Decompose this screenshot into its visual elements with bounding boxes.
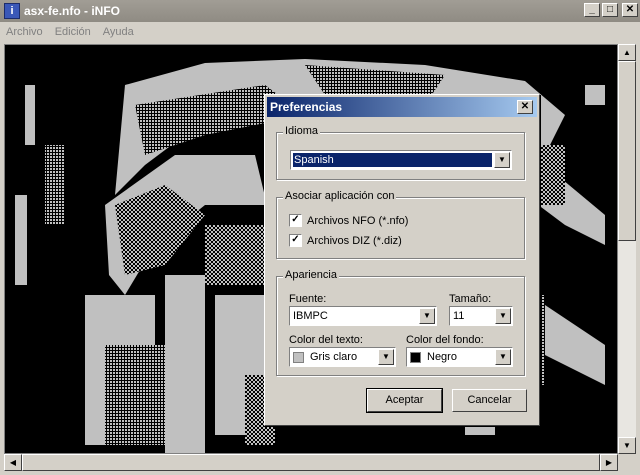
checkbox-icon[interactable]: ✓	[289, 234, 302, 247]
close-button[interactable]: ✕	[622, 3, 638, 17]
size-select[interactable]: 11 ▼	[449, 306, 513, 326]
size-label: Tamaño:	[449, 293, 492, 305]
language-select[interactable]: Spanish ▼	[290, 150, 512, 170]
resize-grip[interactable]	[618, 454, 636, 471]
menu-bar: Archivo Edición Ayuda	[0, 22, 640, 42]
scroll-up-button[interactable]: ▲	[618, 44, 636, 61]
accept-button[interactable]: Aceptar	[366, 388, 443, 413]
background-color-select[interactable]: Negro ▼	[406, 347, 513, 367]
background-color-swatch	[410, 351, 421, 363]
font-select[interactable]: IBMPC ▼	[289, 306, 437, 326]
window-title: asx-fe.nfo - iNFO	[24, 4, 121, 18]
minimize-button[interactable]: _	[584, 3, 600, 17]
appearance-group: Apariencia Fuente: IBMPC ▼ Tamaño: 11 ▼ …	[276, 269, 525, 376]
menu-edicion[interactable]: Edición	[49, 26, 97, 38]
horizontal-scroll-thumb[interactable]	[22, 454, 600, 471]
scroll-left-button[interactable]: ◀	[4, 454, 22, 471]
font-value: IBMPC	[293, 310, 328, 322]
background-color-value: Negro	[427, 351, 457, 363]
chevron-down-icon[interactable]: ▼	[495, 308, 511, 324]
background-color-label: Color del fondo:	[406, 334, 484, 346]
chevron-down-icon[interactable]: ▼	[419, 308, 435, 324]
language-value: Spanish	[293, 153, 492, 167]
text-color-label: Color del texto:	[289, 334, 363, 346]
nfo-association-checkbox[interactable]: ✓ Archivos NFO (*.nfo)	[289, 214, 408, 227]
scroll-right-button[interactable]: ▶	[600, 454, 618, 471]
background-color-value-wrap: Negro	[410, 351, 457, 363]
menu-ayuda[interactable]: Ayuda	[97, 26, 140, 38]
chevron-down-icon[interactable]: ▼	[494, 152, 510, 168]
idioma-group-label: Idioma	[283, 125, 321, 137]
text-color-value-wrap: Gris claro	[293, 351, 357, 363]
scroll-down-button[interactable]: ▼	[618, 437, 636, 454]
cancel-button[interactable]: Cancelar	[452, 389, 527, 412]
checkbox-icon[interactable]: ✓	[289, 214, 302, 227]
idioma-group: Idioma Spanish ▼	[276, 125, 525, 180]
vertical-scroll-thumb[interactable]	[618, 61, 636, 241]
info-icon[interactable]: i	[4, 3, 20, 19]
text-color-select[interactable]: Gris claro ▼	[289, 347, 396, 367]
text-color-swatch	[293, 351, 304, 363]
horizontal-scrollbar[interactable]: ◀ ▶	[4, 454, 618, 471]
dialog-title: Preferencias	[270, 100, 343, 114]
preferences-dialog: Preferencias ✕ Idioma Spanish ▼ Asociar …	[264, 94, 540, 426]
text-color-value: Gris claro	[310, 351, 358, 363]
appearance-group-label: Apariencia	[283, 269, 339, 281]
association-group-label: Asociar aplicación con	[283, 190, 397, 202]
font-label: Fuente:	[289, 293, 327, 305]
diz-association-checkbox[interactable]: ✓ Archivos DIZ (*.diz)	[289, 234, 402, 247]
menu-archivo[interactable]: Archivo	[0, 26, 49, 38]
chevron-down-icon[interactable]: ▼	[495, 349, 511, 365]
dialog-close-button[interactable]: ✕	[517, 100, 533, 114]
chevron-down-icon[interactable]: ▼	[378, 349, 394, 365]
nfo-association-label: Archivos NFO (*.nfo)	[307, 214, 409, 227]
vertical-scrollbar[interactable]: ▲ ▼	[618, 44, 636, 454]
association-group: Asociar aplicación con ✓ Archivos NFO (*…	[276, 190, 525, 259]
diz-association-label: Archivos DIZ (*.diz)	[307, 234, 402, 247]
maximize-button[interactable]: □	[602, 3, 618, 17]
window-titlebar[interactable]: i asx-fe.nfo - iNFO _ □ ✕	[0, 0, 640, 22]
size-value: 11	[453, 310, 465, 322]
dialog-titlebar[interactable]: Preferencias	[267, 97, 537, 117]
